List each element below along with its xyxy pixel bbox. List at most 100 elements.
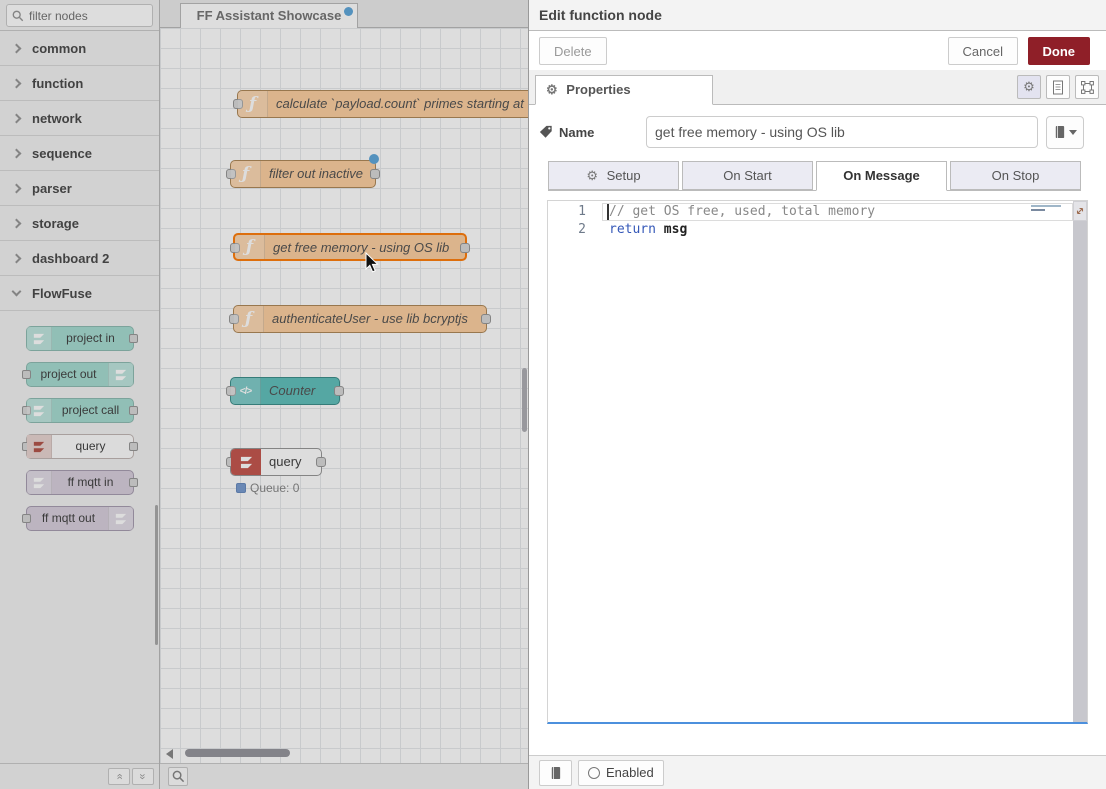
node-query[interactable]: query — [230, 448, 322, 476]
tray-footer: Enabled — [529, 755, 1106, 789]
palette-footer: « « — [0, 763, 159, 789]
palette-filter-field[interactable] — [6, 4, 153, 27]
collapse-all-button[interactable]: « — [108, 768, 130, 785]
output-port[interactable] — [316, 457, 326, 467]
book-icon — [549, 766, 562, 780]
node-query-status: Queue: 0 — [236, 481, 299, 495]
chevron-right-icon — [12, 149, 22, 159]
appearance-button[interactable] — [1075, 75, 1099, 99]
editor-expand-button[interactable] — [1073, 201, 1087, 221]
gear-icon: ⚙ — [586, 168, 598, 183]
canvas-horizontal-scrollbar[interactable] — [160, 749, 528, 759]
node-palette: common function network sequence parser … — [0, 0, 160, 789]
function-icon: ƒ — [234, 306, 264, 332]
palette-category-sequence[interactable]: sequence — [0, 136, 159, 171]
node-counter[interactable]: </> Counter — [230, 377, 340, 405]
flowfuse-icon — [231, 449, 261, 475]
code-area[interactable]: // get OS free, used, total memory retur… — [609, 203, 1071, 239]
function-icon: ƒ — [231, 161, 261, 187]
done-button[interactable]: Done — [1028, 37, 1091, 65]
tray-title: Edit function node — [529, 0, 1106, 31]
flowfuse-icon — [108, 363, 133, 386]
flowfuse-icon — [108, 507, 133, 530]
flow-tab[interactable]: FF Assistant Showcase — [180, 3, 358, 28]
palette-category-parser[interactable]: parser — [0, 171, 159, 206]
selection-frame-icon — [1080, 80, 1095, 95]
palette-node-query[interactable]: query — [26, 434, 134, 459]
palette-category-common[interactable]: common — [0, 31, 159, 66]
expand-all-button[interactable]: « — [132, 768, 154, 785]
node-filter-out-inactive[interactable]: ƒ filter out inactive — [230, 160, 376, 188]
palette-node-project-call[interactable]: project call — [26, 398, 134, 423]
palette-node-project-out[interactable]: project out — [26, 362, 134, 387]
workspace-region: common function network sequence parser … — [0, 0, 528, 789]
palette-filter-input[interactable] — [29, 5, 150, 26]
chevron-right-icon — [12, 219, 22, 229]
node-authenticate-user[interactable]: ƒ authenticateUser - use lib bcryptjs — [233, 305, 487, 333]
node-calculate-primes[interactable]: ƒ calculate `payload.count` primes start… — [237, 90, 528, 118]
code-editor[interactable]: 1 2 // get OS free, used, total memory r… — [547, 200, 1088, 724]
scrollbar-thumb[interactable] — [185, 749, 290, 757]
name-input[interactable] — [646, 116, 1038, 148]
node-port — [129, 442, 138, 451]
palette-filter — [0, 0, 159, 31]
document-icon — [1051, 80, 1065, 95]
palette-node-ff-mqtt-out[interactable]: ff mqtt out — [26, 506, 134, 531]
name-row: Name — [539, 115, 1084, 149]
line-number: 1 — [548, 203, 602, 221]
editor-minimap — [1027, 204, 1071, 216]
palette-category-network[interactable]: network — [0, 101, 159, 136]
palette-flowfuse-nodes: project in project out project call — [0, 311, 159, 531]
tab-setup[interactable]: ⚙ Setup — [548, 161, 679, 190]
cancel-button[interactable]: Cancel — [948, 37, 1018, 65]
gear-icon: ⚙ — [1023, 79, 1035, 95]
mouse-cursor — [365, 252, 379, 273]
search-icon — [12, 10, 24, 22]
output-port[interactable] — [334, 386, 344, 396]
double-chevron-down-icon: « — [136, 773, 151, 779]
tab-on-stop[interactable]: On Stop — [950, 161, 1081, 190]
delete-button[interactable]: Delete — [539, 37, 607, 65]
output-port[interactable] — [460, 243, 470, 253]
flow-tabbar: FF Assistant Showcase — [160, 0, 528, 28]
node-red-editor: common function network sequence parser … — [0, 0, 1106, 789]
function-icon: ƒ — [238, 91, 268, 117]
tab-properties[interactable]: ⚙ Properties — [535, 75, 713, 105]
enabled-toggle-button[interactable]: Enabled — [578, 760, 664, 786]
edit-tray: Edit function node Delete Cancel Done ⚙ … — [528, 0, 1106, 789]
description-button[interactable] — [1046, 75, 1070, 99]
properties-gear-button[interactable]: ⚙ — [1017, 75, 1041, 99]
palette-category-dashboard2[interactable]: dashboard 2 — [0, 241, 159, 276]
library-button[interactable] — [539, 760, 572, 786]
search-flows-button[interactable] — [168, 767, 188, 786]
node-port — [129, 334, 138, 343]
node-get-free-memory[interactable]: ƒ get free memory - using OS lib — [233, 233, 467, 261]
palette-node-ff-mqtt-in[interactable]: ff mqtt in — [26, 470, 134, 495]
palette-category-flowfuse[interactable]: FlowFuse — [0, 276, 159, 311]
canvas-footer — [160, 763, 528, 789]
library-dropdown-button[interactable] — [1046, 116, 1084, 149]
node-port — [129, 478, 138, 487]
palette-node-project-in[interactable]: project in — [26, 326, 134, 351]
output-port[interactable] — [370, 169, 380, 179]
flow-grid[interactable]: ƒ calculate `payload.count` primes start… — [160, 28, 528, 763]
code-line: return msg — [609, 221, 1071, 239]
palette-category-function[interactable]: function — [0, 66, 159, 101]
tab-on-start[interactable]: On Start — [682, 161, 813, 190]
function-tabs: ⚙ Setup On Start On Message On Stop — [548, 161, 1081, 191]
chevron-right-icon — [12, 184, 22, 194]
expand-icon — [1075, 206, 1085, 216]
tag-icon — [539, 125, 553, 139]
canvas-vertical-scrollbar[interactable] — [522, 368, 527, 432]
enabled-circle-icon — [588, 767, 600, 779]
code-line: // get OS free, used, total memory — [609, 203, 1071, 221]
tab-on-message[interactable]: On Message — [816, 161, 947, 191]
palette-category-storage[interactable]: storage — [0, 206, 159, 241]
node-port — [22, 514, 31, 523]
palette-scrollbar[interactable] — [155, 505, 158, 645]
flowfuse-icon — [27, 399, 52, 422]
caret-down-icon — [1069, 130, 1077, 135]
output-port[interactable] — [481, 314, 491, 324]
editor-scrollbar[interactable] — [1073, 201, 1087, 722]
scroll-left-arrow-icon[interactable] — [166, 749, 173, 759]
